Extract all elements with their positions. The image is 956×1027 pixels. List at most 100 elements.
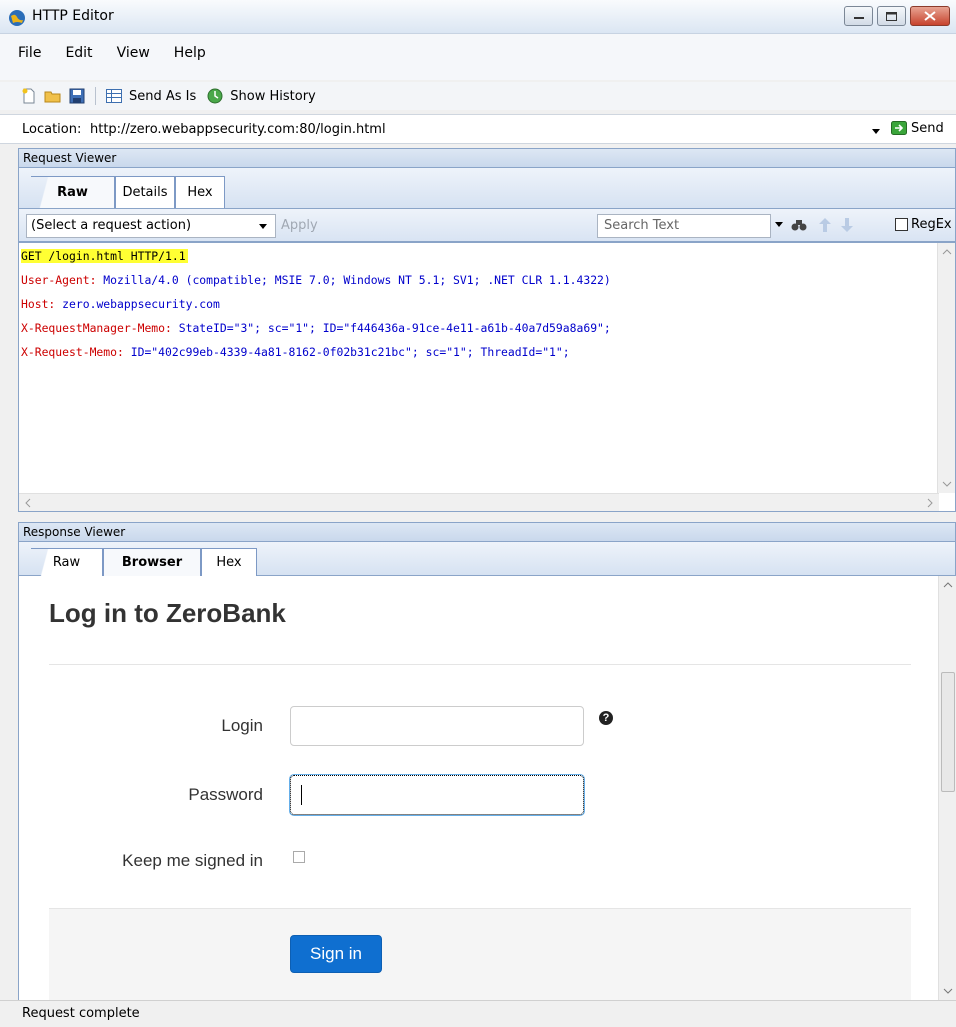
request-viewer-title: Request Viewer xyxy=(23,151,117,165)
window-title: HTTP Editor xyxy=(32,8,114,24)
scroll-down-icon[interactable] xyxy=(939,982,956,1000)
request-tabs: Raw Details Hex xyxy=(18,168,956,208)
binoculars-icon[interactable] xyxy=(791,218,807,232)
page-title: Log in to ZeroBank xyxy=(49,598,286,628)
help-icon[interactable]: ? xyxy=(599,711,613,725)
scroll-left-icon[interactable] xyxy=(19,494,37,512)
regex-label: RegEx xyxy=(911,217,952,232)
scroll-down-icon[interactable] xyxy=(938,475,956,493)
horizontal-scrollbar[interactable] xyxy=(19,493,939,511)
tab-label: Raw xyxy=(57,185,88,200)
tab-response-browser[interactable]: Browser xyxy=(103,548,201,576)
header-line: User-Agent: Mozilla/4.0 (compatible; MSI… xyxy=(21,273,611,287)
sign-in-button[interactable]: Sign in xyxy=(290,935,382,973)
remember-checkbox[interactable] xyxy=(293,851,305,863)
location-bar: Location: http://zero.webappsecurity.com… xyxy=(0,114,956,144)
header-value: ID="402c99eb-4339-4a81-8162-0f02b31c21bc… xyxy=(123,345,570,359)
toolbar-separator xyxy=(95,87,96,105)
tab-label: Browser xyxy=(121,555,183,570)
header-value: StateID="3"; sc="1"; ID="f446436a-91ce-4… xyxy=(171,321,611,335)
maximize-button[interactable] xyxy=(877,6,906,26)
apply-button[interactable]: Apply xyxy=(281,218,318,233)
find-previous-icon[interactable] xyxy=(819,218,831,232)
tab-label: Hex xyxy=(216,555,242,570)
header-name: X-Request-Memo: xyxy=(21,345,124,359)
response-viewer-title: Response Viewer xyxy=(23,525,126,539)
save-icon[interactable] xyxy=(68,87,86,105)
history-icon[interactable] xyxy=(206,87,224,105)
search-dropdown-icon[interactable] xyxy=(775,222,783,228)
minimize-button[interactable] xyxy=(844,6,873,26)
browser-view: Log in to ZeroBank Login ? Password Keep… xyxy=(18,576,956,1000)
header-line: X-RequestManager-Memo: StateID="3"; sc="… xyxy=(21,321,611,335)
scroll-thumb[interactable] xyxy=(941,672,955,792)
request-viewer-header: Request Viewer xyxy=(18,148,956,168)
tab-response-hex[interactable]: Hex xyxy=(201,548,257,576)
browser-vertical-scrollbar[interactable] xyxy=(938,576,956,1000)
raw-request-editor[interactable]: GET /login.html HTTP/1.1 User-Agent: Moz… xyxy=(18,242,956,512)
search-input[interactable]: Search Text xyxy=(597,214,771,238)
toolbar: Send As Is Show History xyxy=(0,82,956,110)
request-line: GET /login.html HTTP/1.1 xyxy=(21,249,188,263)
send-button[interactable]: Send xyxy=(891,120,944,136)
menu-help[interactable]: Help xyxy=(174,45,206,61)
close-button[interactable] xyxy=(910,6,950,26)
header-name: X-RequestManager-Memo: xyxy=(21,321,172,335)
tab-request-details[interactable]: Details xyxy=(115,176,175,208)
tab-response-raw[interactable]: Raw xyxy=(31,548,103,576)
request-action-row: (Select a request action) Apply Search T… xyxy=(18,208,956,242)
new-document-icon[interactable] xyxy=(20,87,38,105)
close-icon xyxy=(924,11,936,21)
tab-request-hex[interactable]: Hex xyxy=(175,176,225,208)
remember-label: Keep me signed in xyxy=(122,851,263,870)
menu-file[interactable]: File xyxy=(18,45,41,61)
header-value: zero.webappsecurity.com xyxy=(55,297,220,311)
title-bar: HTTP Editor xyxy=(0,0,956,34)
open-folder-icon[interactable] xyxy=(44,87,62,105)
menu-edit[interactable]: Edit xyxy=(65,45,92,61)
header-line: Host: zero.webappsecurity.com xyxy=(21,297,220,311)
find-next-icon[interactable] xyxy=(841,218,853,232)
menu-view[interactable]: View xyxy=(117,45,150,61)
minimize-icon xyxy=(853,17,864,19)
search-placeholder: Search Text xyxy=(604,218,680,233)
send-label: Send xyxy=(911,120,944,136)
header-value: Mozilla/4.0 (compatible; MSIE 7.0; Windo… xyxy=(96,273,611,287)
regex-checkbox[interactable] xyxy=(895,218,908,231)
show-history-button[interactable]: Show History xyxy=(230,89,315,104)
send-arrow-icon xyxy=(891,121,907,135)
divider xyxy=(49,664,911,665)
response-tabs: Raw Browser Hex xyxy=(18,542,956,576)
header-line: X-Request-Memo: ID="402c99eb-4339-4a81-8… xyxy=(21,345,570,359)
send-as-is-button[interactable]: Send As Is xyxy=(129,89,196,104)
tab-label: Hex xyxy=(187,185,213,200)
menu-bar: File Edit View Help xyxy=(0,34,956,80)
location-input[interactable]: http://zero.webappsecurity.com:80/login.… xyxy=(90,122,386,137)
header-name: User-Agent: xyxy=(21,273,97,287)
form-footer xyxy=(49,908,911,1000)
window-controls xyxy=(844,6,950,26)
maximize-icon xyxy=(886,11,897,21)
location-dropdown-icon[interactable] xyxy=(872,124,880,139)
vertical-scrollbar[interactable] xyxy=(937,243,955,493)
status-bar: Request complete xyxy=(0,1000,956,1027)
tab-label: Details xyxy=(122,185,168,200)
status-text: Request complete xyxy=(22,1006,140,1021)
password-label: Password xyxy=(188,785,263,804)
scroll-up-icon[interactable] xyxy=(938,243,956,261)
table-icon[interactable] xyxy=(105,87,123,105)
response-viewer-header: Response Viewer xyxy=(18,522,956,542)
header-name: Host: xyxy=(21,297,56,311)
password-field[interactable] xyxy=(290,775,584,815)
chevron-down-icon xyxy=(259,224,267,229)
login-field[interactable] xyxy=(290,706,584,746)
tab-request-raw[interactable]: Raw xyxy=(31,176,115,208)
regex-option[interactable]: RegEx xyxy=(895,217,952,232)
scroll-up-icon[interactable] xyxy=(939,576,956,594)
text-caret xyxy=(301,785,302,805)
app-globe-icon xyxy=(8,9,26,27)
request-action-select[interactable]: (Select a request action) xyxy=(26,214,276,238)
scroll-right-icon[interactable] xyxy=(921,494,939,512)
location-label: Location: xyxy=(22,122,82,137)
select-value: (Select a request action) xyxy=(31,218,192,233)
